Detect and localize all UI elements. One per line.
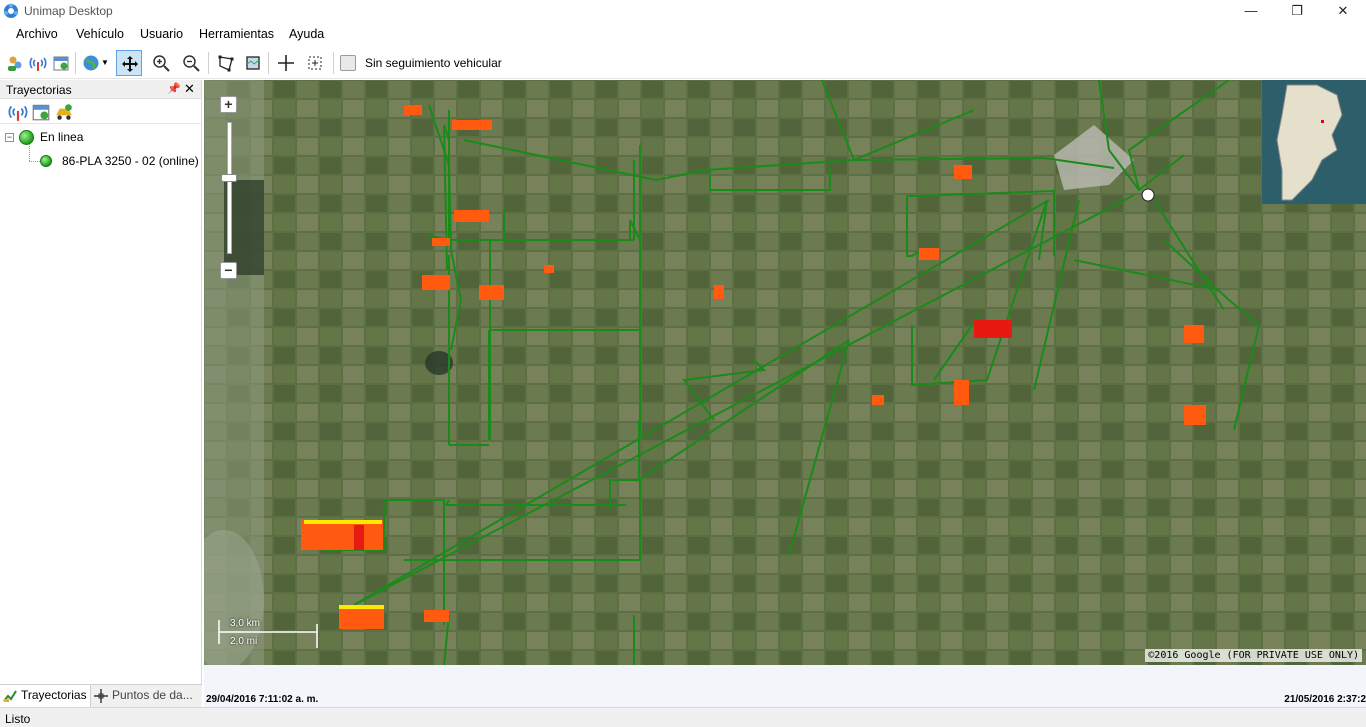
toolbar-separator <box>268 52 269 74</box>
online-group-icon <box>19 130 34 145</box>
calendar-icon[interactable] <box>31 102 51 122</box>
app-logo-icon <box>4 3 18 18</box>
menu-herramientas[interactable]: Herramientas <box>199 27 274 41</box>
antenna-icon <box>29 57 47 71</box>
area-tool-button[interactable] <box>240 50 266 76</box>
zoom-slider-track[interactable] <box>227 122 232 254</box>
minimize-button[interactable]: — <box>1228 0 1274 23</box>
menu-bar: Archivo Vehículo Usuario Herramientas Ay… <box>0 23 1366 45</box>
map-type-dropdown[interactable]: ▼ <box>78 50 112 76</box>
tree-group-online[interactable]: En linea <box>40 130 83 144</box>
toolbar-separator <box>208 52 209 74</box>
trajectory-icon <box>3 690 17 702</box>
menu-ayuda[interactable]: Ayuda <box>289 27 324 41</box>
map-zoom-out-button[interactable]: − <box>220 262 237 279</box>
dotted-select-icon <box>308 56 322 70</box>
tree-collapse-toggle[interactable]: − <box>5 133 14 142</box>
zoom-in-button[interactable] <box>148 50 174 76</box>
vehicle-online-icon <box>40 155 52 167</box>
timeline-bar[interactable]: 29/04/2016 7:11:02 a. m. 21/05/2016 2:37… <box>204 665 1366 707</box>
tab-puntos-label: Puntos de da... <box>112 688 193 702</box>
menu-vehiculo[interactable]: Vehículo <box>76 27 124 41</box>
vehicle-tracking-checkbox[interactable] <box>340 55 356 71</box>
users-icon <box>8 56 22 71</box>
crosshair-button[interactable] <box>273 50 299 76</box>
pin-icon[interactable]: 📌 <box>167 82 181 95</box>
data-points-icon <box>94 689 108 703</box>
crosshair-icon <box>278 55 294 71</box>
menu-usuario[interactable]: Usuario <box>140 27 183 41</box>
map-zoom-in-button[interactable]: + <box>220 96 237 113</box>
tree-item-vehicle[interactable]: 86-PLA 3250 - 02 (online) <box>62 154 199 168</box>
zoom-out-button[interactable] <box>178 50 204 76</box>
trajectories-panel: Trayectorias 📌 ✕ − En linea 86-PLA 3250 … <box>0 80 202 707</box>
close-button[interactable]: ✕ <box>1320 0 1366 23</box>
vehicle-position-marker[interactable] <box>1141 188 1155 202</box>
argentina-minimap <box>1276 84 1343 201</box>
tab-trayectorias[interactable]: Trayectorias <box>0 685 91 707</box>
zoom-in-icon <box>153 55 170 72</box>
tab-puntos-de-datos[interactable]: Puntos de da... <box>91 685 202 707</box>
antenna-icon[interactable] <box>8 102 28 122</box>
panel-title: Trayectorias <box>6 83 72 97</box>
select-area-button[interactable] <box>302 50 328 76</box>
panel-close-icon[interactable]: ✕ <box>184 81 195 97</box>
status-text: Listo <box>5 712 31 726</box>
chevron-down-icon: ▼ <box>101 58 109 67</box>
window-title: Unimap Desktop <box>24 4 113 18</box>
menu-archivo[interactable]: Archivo <box>16 27 58 41</box>
toolbar-separator <box>75 52 76 74</box>
scale-mi-label: 2,0 mi <box>230 636 258 647</box>
vehicle-add-icon[interactable] <box>54 102 74 122</box>
map-copyright: ©2016 Google (FOR PRIVATE USE ONLY) <box>1145 649 1362 662</box>
map-view[interactable]: + − 3,0 km 2,0 mi ©2016 Google (FOR PRIV… <box>204 80 1366 665</box>
tab-trayectorias-label: Trayectorias <box>21 688 87 702</box>
calendar-button[interactable] <box>48 50 74 76</box>
timeline-start: 29/04/2016 7:11:02 a. m. <box>206 694 319 705</box>
status-bar: Listo <box>0 707 1366 727</box>
overview-minimap[interactable] <box>1262 80 1366 204</box>
calendar-icon <box>53 56 69 71</box>
polygon-tool-button[interactable] <box>213 50 239 76</box>
tree-line <box>29 161 40 162</box>
toolbar: ▼ <box>0 46 1366 79</box>
toolbar-separator <box>333 52 334 74</box>
polygon-icon <box>218 55 234 72</box>
map-area-icon <box>246 56 260 70</box>
tree-line <box>29 144 30 161</box>
move-arrows-icon <box>122 56 138 72</box>
title-bar: Unimap Desktop — ❐ ✕ <box>0 0 1366 23</box>
panel-toolbar <box>0 100 201 124</box>
globe-icon <box>83 55 99 71</box>
panel-header: Trayectorias 📌 ✕ <box>0 80 201 99</box>
scale-km-label: 3,0 km <box>230 618 261 629</box>
zoom-out-icon <box>183 55 200 72</box>
vehicle-tracking-label[interactable]: Sin seguimiento vehicular <box>365 56 502 70</box>
maximize-button[interactable]: ❐ <box>1274 0 1320 23</box>
satellite-map <box>204 80 1366 665</box>
zoom-slider-thumb[interactable] <box>221 174 237 182</box>
panel-tabs: Trayectorias Puntos de da... <box>0 684 202 707</box>
pan-tool-button[interactable] <box>116 50 142 76</box>
timeline-end: 21/05/2016 2:37:2 <box>1284 694 1366 705</box>
